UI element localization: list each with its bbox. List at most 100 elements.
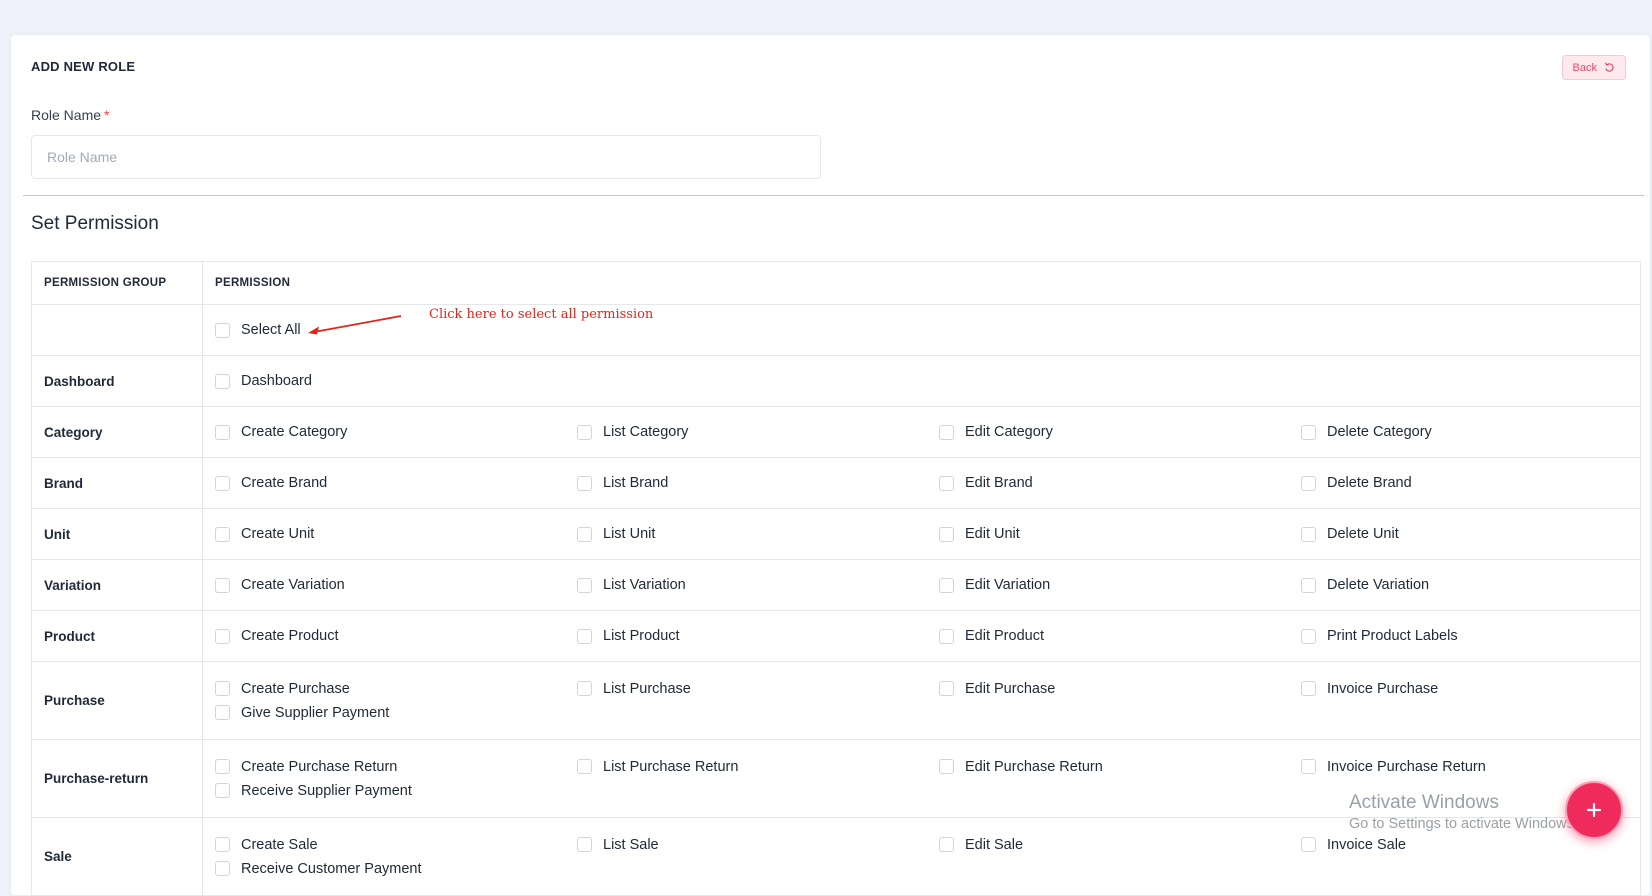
permission-checkbox[interactable] bbox=[215, 373, 230, 389]
permission-option-create-sale[interactable]: Create Sale bbox=[215, 837, 577, 853]
permission-checkbox[interactable] bbox=[939, 759, 954, 774]
permission-label: Edit Purchase Return bbox=[965, 758, 1103, 775]
permission-options: Create Product List Product Edit Product Pr… bbox=[215, 618, 1628, 654]
permission-option-list-product[interactable]: List Product bbox=[577, 628, 939, 644]
permission-checkbox[interactable] bbox=[577, 837, 592, 852]
permission-option-list-purchase-return[interactable]: List Purchase Return bbox=[577, 759, 939, 775]
add-fab-button[interactable] bbox=[1565, 781, 1623, 839]
permission-checkbox[interactable] bbox=[939, 475, 954, 491]
permission-option-list-brand[interactable]: List Brand bbox=[577, 475, 939, 491]
permission-option-create-variation[interactable]: Create Variation bbox=[215, 577, 577, 593]
permission-option-receive-customer-payment[interactable]: Receive Customer Payment bbox=[215, 861, 577, 877]
group-cell-empty bbox=[31, 304, 203, 356]
select-all-checkbox[interactable] bbox=[215, 322, 230, 338]
permission-option-edit-brand[interactable]: Edit Brand bbox=[939, 475, 1301, 491]
permission-option-delete-unit[interactable]: Delete Unit bbox=[1301, 526, 1641, 542]
permission-group-name: Purchase-return bbox=[31, 739, 203, 818]
permission-option-edit-variation[interactable]: Edit Variation bbox=[939, 577, 1301, 593]
permission-checkbox[interactable] bbox=[1301, 424, 1316, 440]
permission-option-invoice-purchase-return[interactable]: Invoice Purchase Return bbox=[1301, 759, 1641, 775]
permission-option-delete-brand[interactable]: Delete Brand bbox=[1301, 475, 1641, 491]
permission-label: List Product bbox=[603, 628, 680, 644]
permission-option-list-unit[interactable]: List Unit bbox=[577, 526, 939, 542]
permission-option-create-category[interactable]: Create Category bbox=[215, 424, 577, 440]
permission-option-edit-unit[interactable]: Edit Unit bbox=[939, 526, 1301, 542]
permission-checkbox[interactable] bbox=[215, 837, 230, 852]
permission-option-invoice-sale[interactable]: Invoice Sale bbox=[1301, 837, 1641, 853]
permission-option-edit-category[interactable]: Edit Category bbox=[939, 424, 1301, 440]
permission-option-dashboard[interactable]: Dashboard bbox=[215, 373, 577, 389]
required-mark: * bbox=[104, 107, 110, 123]
permission-checkbox[interactable] bbox=[1301, 577, 1316, 593]
permission-checkbox[interactable] bbox=[215, 424, 230, 440]
permission-checkbox[interactable] bbox=[577, 424, 592, 440]
permission-checkbox[interactable] bbox=[215, 681, 230, 696]
permission-checkbox[interactable] bbox=[215, 783, 230, 798]
role-name-input[interactable] bbox=[31, 135, 821, 179]
permission-options: Create Purchase List Purchase Edit Purchas… bbox=[215, 671, 1628, 731]
permission-checkbox[interactable] bbox=[1301, 475, 1316, 491]
permission-group-name: Purchase bbox=[31, 661, 203, 740]
permission-option-print-product-labels[interactable]: Print Product Labels bbox=[1301, 628, 1641, 644]
set-permission-title: Set Permission bbox=[31, 213, 159, 234]
permission-label: List Category bbox=[603, 424, 689, 440]
permission-option-invoice-purchase[interactable]: Invoice Purchase bbox=[1301, 681, 1641, 697]
permission-option-create-unit[interactable]: Create Unit bbox=[215, 526, 577, 542]
permission-option-create-purchase-return[interactable]: Create Purchase Return bbox=[215, 759, 577, 775]
permission-checkbox[interactable] bbox=[939, 526, 954, 542]
permission-option-delete-category[interactable]: Delete Category bbox=[1301, 424, 1641, 440]
permission-label: Invoice Purchase bbox=[1327, 680, 1439, 697]
permission-checkbox[interactable] bbox=[939, 577, 954, 593]
permission-checkbox[interactable] bbox=[577, 475, 592, 491]
permission-checkbox[interactable] bbox=[215, 759, 230, 774]
permission-checkbox[interactable] bbox=[577, 681, 592, 696]
permission-option-delete-variation[interactable]: Delete Variation bbox=[1301, 577, 1641, 593]
back-button[interactable]: Back bbox=[1561, 55, 1626, 80]
permission-checkbox[interactable] bbox=[939, 681, 954, 696]
permission-option-edit-sale[interactable]: Edit Sale bbox=[939, 837, 1301, 853]
permission-checkbox[interactable] bbox=[939, 837, 954, 852]
permission-option-create-brand[interactable]: Create Brand bbox=[215, 475, 577, 491]
permission-option-list-category[interactable]: List Category bbox=[577, 424, 939, 440]
permission-checkbox[interactable] bbox=[577, 628, 592, 644]
permission-checkbox[interactable] bbox=[577, 759, 592, 774]
permission-checkbox[interactable] bbox=[577, 577, 592, 593]
permission-label: Dashboard bbox=[241, 373, 312, 389]
permission-option-create-product[interactable]: Create Product bbox=[215, 628, 577, 644]
permission-option-give-supplier-payment[interactable]: Give Supplier Payment bbox=[215, 705, 577, 721]
permission-option-edit-purchase[interactable]: Edit Purchase bbox=[939, 681, 1301, 697]
permission-checkbox[interactable] bbox=[1301, 681, 1316, 696]
permission-checkbox[interactable] bbox=[215, 705, 230, 720]
permission-options: Create Sale List Sale Edit Sale Invoice Sal… bbox=[215, 827, 1628, 887]
permission-option-create-purchase[interactable]: Create Purchase bbox=[215, 681, 577, 697]
permission-label: Receive Customer Payment bbox=[241, 860, 422, 877]
permission-option-list-variation[interactable]: List Variation bbox=[577, 577, 939, 593]
permission-option-edit-product[interactable]: Edit Product bbox=[939, 628, 1301, 644]
permission-checkbox[interactable] bbox=[215, 861, 230, 876]
permission-row-brand: Brand Create Brand List Brand Edit Brand Del… bbox=[31, 457, 1641, 509]
permission-option-receive-supplier-payment[interactable]: Receive Supplier Payment bbox=[215, 783, 577, 799]
permission-checkbox[interactable] bbox=[577, 526, 592, 542]
permission-checkbox[interactable] bbox=[1301, 628, 1316, 644]
permission-row-category: Category Create Category List Category Edit… bbox=[31, 406, 1641, 458]
permission-label: Edit Purchase bbox=[965, 680, 1056, 697]
permission-list-cell: Dashboard bbox=[202, 355, 1641, 407]
permission-checkbox[interactable] bbox=[939, 424, 954, 440]
permission-label: Create Unit bbox=[241, 526, 315, 542]
permission-option-list-sale[interactable]: List Sale bbox=[577, 837, 939, 853]
permission-checkbox[interactable] bbox=[215, 475, 230, 491]
permission-checkbox[interactable] bbox=[215, 628, 230, 644]
undo-icon bbox=[1604, 62, 1615, 73]
permission-checkbox[interactable] bbox=[1301, 837, 1316, 852]
permission-checkbox[interactable] bbox=[1301, 526, 1316, 542]
permission-checkbox[interactable] bbox=[215, 526, 230, 542]
permission-checkbox[interactable] bbox=[215, 577, 230, 593]
permission-checkbox[interactable] bbox=[1301, 759, 1316, 774]
permission-option-list-purchase[interactable]: List Purchase bbox=[577, 681, 939, 697]
permission-checkbox[interactable] bbox=[939, 628, 954, 644]
select-all-option[interactable]: Select All bbox=[215, 322, 1628, 338]
permission-label: Edit Brand bbox=[965, 475, 1033, 491]
permission-option-edit-purchase-return[interactable]: Edit Purchase Return bbox=[939, 759, 1301, 775]
permission-list-cell: Create Category List Category Edit Categor… bbox=[202, 406, 1641, 458]
permission-label: Edit Product bbox=[965, 628, 1044, 644]
